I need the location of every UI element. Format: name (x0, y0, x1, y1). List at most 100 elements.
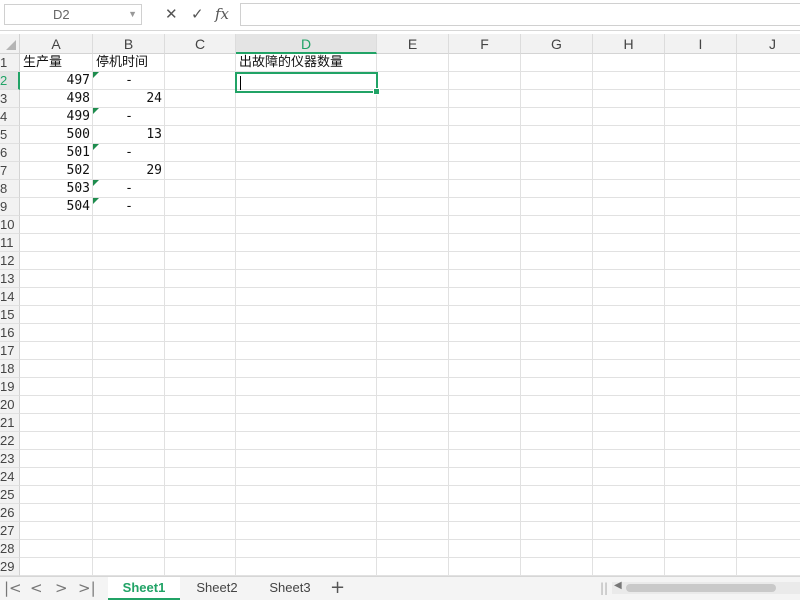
row-gridline (20, 341, 800, 342)
cell-a5[interactable]: 500 (20, 126, 93, 144)
row-header-19[interactable]: 19 (0, 378, 20, 396)
active-cell-selection[interactable] (235, 72, 380, 95)
column-header-a[interactable]: A (20, 34, 93, 54)
cell-b8[interactable]: - (93, 180, 165, 198)
first-sheet-icon[interactable]: |< (4, 579, 22, 597)
select-all-corner[interactable] (0, 34, 20, 54)
row-header-21[interactable]: 21 (0, 414, 20, 432)
row-header-28[interactable]: 28 (0, 540, 20, 558)
horizontal-scrollbar[interactable]: ◀ (612, 580, 800, 594)
row-header-1[interactable]: 1 (0, 54, 20, 72)
chevron-down-icon[interactable]: ▼ (128, 5, 137, 24)
row-header-18[interactable]: 18 (0, 360, 20, 378)
cancel-icon[interactable]: ✕ (165, 5, 178, 23)
row-header-29[interactable]: 29 (0, 558, 20, 576)
cell-b6[interactable]: - (93, 144, 165, 162)
column-gridline (235, 54, 236, 576)
column-header-c[interactable]: C (165, 34, 236, 54)
row-gridline (20, 557, 800, 558)
row-gridline (20, 413, 800, 414)
row-header-5[interactable]: 5 (0, 126, 20, 144)
cell-a4[interactable]: 499 (20, 108, 93, 126)
name-box-value: D2 (53, 7, 70, 22)
cell-a6[interactable]: 501 (20, 144, 93, 162)
cell-b5[interactable]: 13 (93, 126, 165, 144)
cell-b4[interactable]: - (93, 108, 165, 126)
row-gridline (20, 287, 800, 288)
row-header-23[interactable]: 23 (0, 450, 20, 468)
error-indicator-icon[interactable] (93, 180, 99, 186)
row-gridline (20, 305, 800, 306)
row-header-17[interactable]: 17 (0, 342, 20, 360)
row-gridline (20, 485, 800, 486)
row-gridline (20, 431, 800, 432)
row-header-13[interactable]: 13 (0, 270, 20, 288)
row-header-10[interactable]: 10 (0, 216, 20, 234)
confirm-icon[interactable]: ✓ (191, 5, 204, 23)
last-sheet-icon[interactable]: >| (78, 579, 96, 597)
row-gridline (20, 233, 800, 234)
tab-sheet2[interactable]: Sheet2 (182, 577, 252, 600)
column-header-h[interactable]: H (593, 34, 665, 54)
error-indicator-icon[interactable] (93, 144, 99, 150)
scrollbar-thumb[interactable] (626, 584, 776, 592)
cell-b9[interactable]: - (93, 198, 165, 216)
fill-handle[interactable] (373, 88, 380, 95)
column-header-e[interactable]: E (377, 34, 449, 54)
row-header-7[interactable]: 7 (0, 162, 20, 180)
column-header-b[interactable]: B (93, 34, 165, 54)
row-header-4[interactable]: 4 (0, 108, 20, 126)
insert-function-icon[interactable]: fx (215, 5, 229, 23)
row-header-3[interactable]: 3 (0, 90, 20, 108)
row-gridline (20, 251, 800, 252)
formula-bar: D2 ▼ ✕ ✓ fx (0, 0, 800, 31)
error-indicator-icon[interactable] (93, 108, 99, 114)
row-header-26[interactable]: 26 (0, 504, 20, 522)
cell-a7[interactable]: 502 (20, 162, 93, 180)
name-box[interactable]: D2 ▼ (4, 4, 142, 25)
error-indicator-icon[interactable] (93, 198, 99, 204)
tab-sheet1[interactable]: Sheet1 (108, 577, 180, 600)
column-gridline (448, 54, 449, 576)
cell-a3[interactable]: 498 (20, 90, 93, 108)
row-header-24[interactable]: 24 (0, 468, 20, 486)
row-gridline (20, 359, 800, 360)
scroll-left-icon[interactable]: ◀ (614, 580, 622, 591)
cell-a8[interactable]: 503 (20, 180, 93, 198)
row-header-2[interactable]: 2 (0, 72, 20, 90)
spreadsheet-grid[interactable]: ABCDEFGHIJ 1 2 3 4 5 6 7 8 9 10 11 12 13 14 15 16 17 18 19… (0, 34, 800, 576)
cell-a2[interactable]: 497 (20, 72, 93, 90)
row-header-9[interactable]: 9 (0, 198, 20, 216)
tab-sheet3[interactable]: Sheet3 (255, 577, 325, 600)
column-header-g[interactable]: G (521, 34, 593, 54)
row-gridline (20, 521, 800, 522)
row-header-11[interactable]: 11 (0, 234, 20, 252)
column-header-d[interactable]: D (236, 34, 377, 54)
column-header-i[interactable]: I (665, 34, 737, 54)
splitter-handle[interactable]: || (600, 581, 608, 595)
cell-b3[interactable]: 24 (93, 90, 165, 108)
row-header-8[interactable]: 8 (0, 180, 20, 198)
row-header-27[interactable]: 27 (0, 522, 20, 540)
add-sheet-button[interactable]: + (330, 577, 345, 599)
row-header-14[interactable]: 14 (0, 288, 20, 306)
row-header-16[interactable]: 16 (0, 324, 20, 342)
row-header-25[interactable]: 25 (0, 486, 20, 504)
cell-b7[interactable]: 29 (93, 162, 165, 180)
row-gridline (20, 323, 800, 324)
row-gridline (20, 395, 800, 396)
column-header-f[interactable]: F (449, 34, 521, 54)
row-header-12[interactable]: 12 (0, 252, 20, 270)
error-indicator-icon[interactable] (93, 72, 99, 78)
row-header-6[interactable]: 6 (0, 144, 20, 162)
next-sheet-icon[interactable]: > (55, 579, 68, 597)
row-header-22[interactable]: 22 (0, 432, 20, 450)
row-header-20[interactable]: 20 (0, 396, 20, 414)
cell-a9[interactable]: 504 (20, 198, 93, 216)
column-header-j[interactable]: J (737, 34, 800, 54)
cell-b2[interactable]: - (93, 72, 165, 90)
cell-d1[interactable]: 出故障的仪器数量 (236, 54, 436, 72)
prev-sheet-icon[interactable]: < (30, 579, 43, 597)
row-header-15[interactable]: 15 (0, 306, 20, 324)
formula-input[interactable] (240, 3, 800, 26)
